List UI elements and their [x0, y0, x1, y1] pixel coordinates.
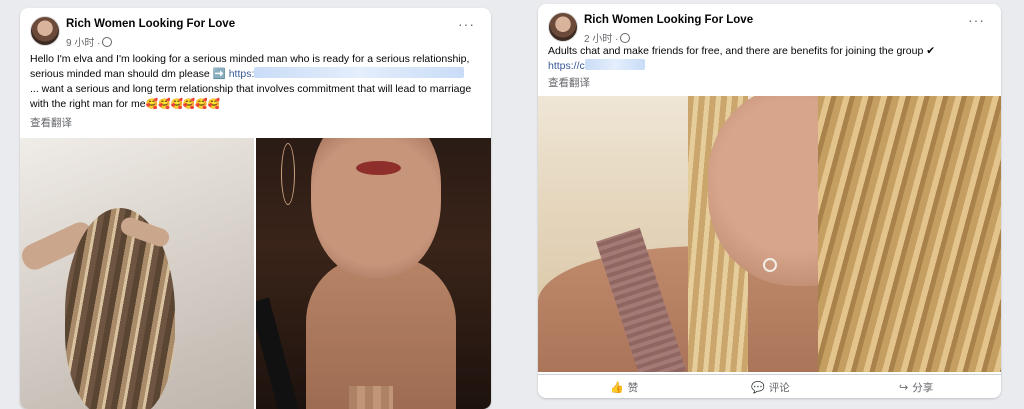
author-name[interactable]: Rich Women Looking For Love: [66, 18, 235, 30]
see-translation-link[interactable]: 查看翻译: [548, 75, 590, 90]
post-text-line: Hello I'm elva and I'm looking for a ser…: [30, 53, 470, 65]
photo-detail: [281, 143, 295, 205]
post-text-segment: with the right man for me: [30, 98, 146, 110]
avatar[interactable]: [548, 12, 578, 42]
see-translation-link[interactable]: 查看翻译: [30, 115, 72, 130]
blurred-link: [254, 67, 465, 78]
post-photo-2[interactable]: [256, 138, 491, 409]
comment-icon: 💬: [751, 382, 765, 394]
post-link-text: https://c: [548, 60, 585, 72]
thumbs-up-icon: 👍: [610, 382, 624, 394]
photo-detail: [311, 138, 441, 278]
more-options-icon[interactable]: ···: [458, 16, 475, 32]
post-photo-1[interactable]: [20, 138, 254, 409]
avatar[interactable]: [30, 16, 60, 46]
post-actions-bar: 👍 赞 💬 评论 ↪ 分享: [538, 374, 1001, 398]
photo-detail: [256, 297, 303, 409]
post-text-line: serious minded man should dm please ➡️ h…: [30, 67, 481, 82]
check-icon: ✔: [926, 45, 936, 57]
pixelated-region: [349, 386, 393, 409]
more-options-icon[interactable]: ···: [968, 12, 985, 28]
arrow-emoji: ➡️: [212, 68, 226, 80]
like-label: 赞: [627, 382, 639, 394]
blurred-link: [584, 59, 645, 70]
share-icon: ↪: [899, 382, 909, 394]
post-header: Rich Women Looking For Love 9 小时 · ···: [30, 16, 481, 56]
post-card-2: Rich Women Looking For Love 2 小时 · ··· A…: [538, 4, 1001, 398]
post-time[interactable]: 2 小时 ·: [584, 30, 631, 45]
post-link-text: https:: [228, 68, 255, 80]
author-name[interactable]: Rich Women Looking For Love: [584, 14, 753, 26]
share-button[interactable]: ↪ 分享: [899, 380, 933, 395]
comment-label: 评论: [768, 382, 790, 394]
post-time[interactable]: 9 小时 ·: [66, 34, 113, 49]
post-link[interactable]: https:: [228, 67, 465, 80]
post-time-text: 9 小时 ·: [66, 38, 101, 49]
emoji-row: 🥰🥰🥰🥰🥰🥰: [145, 99, 221, 110]
globe-icon: [102, 37, 113, 47]
like-button[interactable]: 👍 赞: [610, 380, 638, 395]
post-link[interactable]: https://c: [548, 59, 645, 72]
globe-icon: [620, 33, 631, 43]
post-text-line: https://c: [548, 59, 991, 74]
share-label: 分享: [912, 382, 934, 394]
photo-detail: [818, 96, 1001, 372]
post-text-line: Adults chat and make friends for free, a…: [548, 44, 991, 59]
post-text: Adults chat and make friends for free, a…: [548, 44, 991, 74]
post-photo[interactable]: [538, 96, 1001, 372]
photo-detail: [763, 258, 777, 272]
post-text-segment: serious minded man should dm please: [30, 68, 210, 80]
post-text-line: ... want a serious and long term relatio…: [30, 83, 472, 95]
comment-button[interactable]: 💬 评论: [751, 380, 790, 395]
photo-detail: [356, 161, 401, 175]
post-text-segment: Adults chat and make friends for free, a…: [548, 45, 924, 57]
post-text: Hello I'm elva and I'm looking for a ser…: [30, 52, 481, 112]
post-card-1: Rich Women Looking For Love 9 小时 · ··· H…: [20, 8, 491, 409]
post-text-line: with the right man for me🥰🥰🥰🥰🥰🥰: [30, 97, 481, 112]
